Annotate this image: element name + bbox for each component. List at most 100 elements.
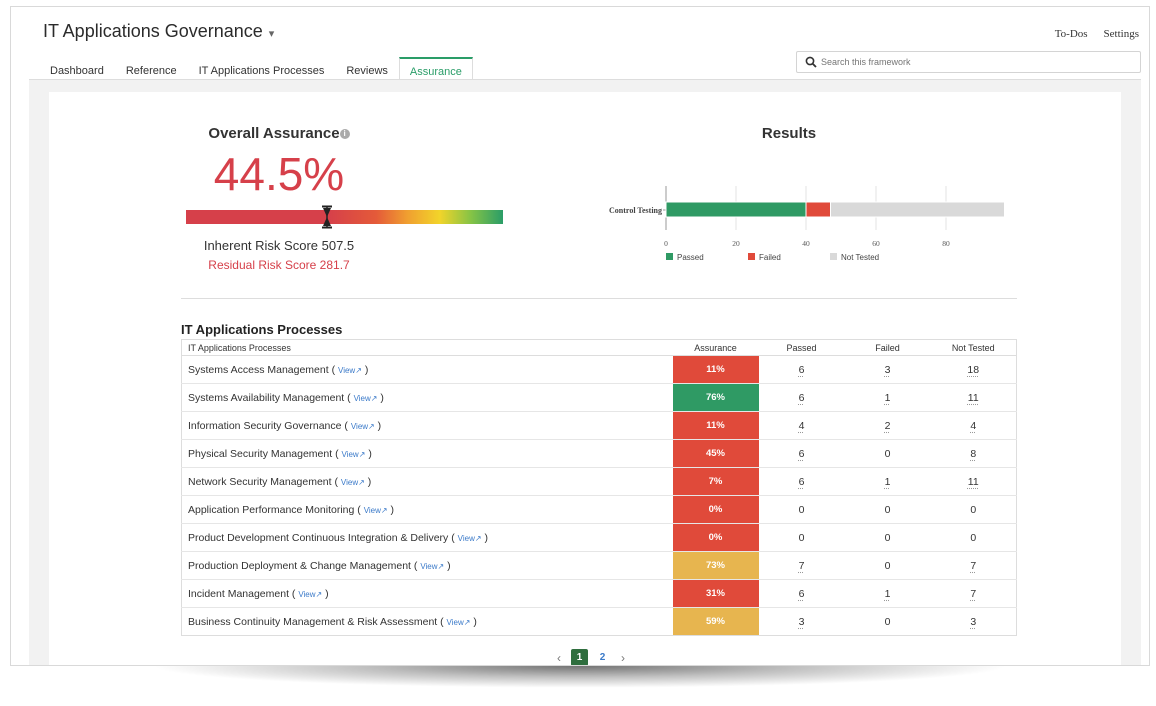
passed-cell: 0	[758, 495, 845, 524]
paren-close: )	[322, 587, 329, 600]
view-link[interactable]: View↗	[342, 450, 366, 459]
not-tested-cell: 0	[930, 495, 1017, 524]
chart-legend-swatch	[830, 253, 837, 260]
table-row: Application Performance Monitoring ( Vie…	[181, 495, 1017, 524]
assurance-cell: 31%	[672, 579, 759, 608]
view-link[interactable]: View↗	[341, 478, 365, 487]
header-assurance[interactable]: Assurance	[672, 339, 759, 356]
todos-link[interactable]: To-Dos	[1055, 28, 1088, 40]
overall-assurance-value: 44.5%	[213, 148, 345, 200]
view-link[interactable]: View↗	[298, 590, 322, 599]
passed-cell[interactable]: 3	[758, 607, 845, 636]
not-tested-cell[interactable]: 7	[930, 551, 1017, 580]
passed-cell[interactable]: 6	[758, 355, 845, 384]
assurance-cell: 73%	[672, 551, 759, 580]
not-tested-cell[interactable]: 18	[930, 355, 1017, 384]
process-name-cell: Production Deployment & Change Managemen…	[181, 551, 673, 580]
view-link[interactable]: View↗	[351, 422, 375, 431]
process-name-cell: Network Security Management ( View↗ )	[181, 467, 673, 496]
paren-open: (	[437, 615, 447, 628]
not-tested-cell[interactable]: 7	[930, 579, 1017, 608]
not-tested-cell[interactable]: 11	[930, 467, 1017, 496]
chart-tick-label: 0	[664, 239, 668, 248]
inherent-risk-score: Inherent Risk Score 507.5	[203, 238, 355, 253]
external-link-icon: ↗	[358, 477, 365, 487]
risk-gauge-bar	[186, 210, 503, 224]
process-name: Physical Security Management	[188, 447, 333, 460]
window-shadow	[150, 666, 1010, 688]
chart-bar-not-tested	[830, 201, 1004, 218]
header-failed[interactable]: Failed	[844, 339, 931, 356]
pagination: ‹ 1 2 ›	[553, 649, 629, 665]
residual-risk-score: Residual Risk Score 281.7	[208, 258, 350, 272]
chart-legend-swatch	[666, 253, 673, 260]
passed-cell[interactable]: 6	[758, 439, 845, 468]
assurance-cell: 0%	[672, 523, 759, 552]
chart-legend-label: Passed	[677, 253, 704, 262]
failed-cell[interactable]: 1	[844, 579, 931, 608]
chart-tick-label: 20	[732, 239, 740, 248]
pagination-page-2[interactable]: 2	[594, 649, 611, 665]
failed-cell: 0	[844, 495, 931, 524]
failed-cell[interactable]: 2	[844, 411, 931, 440]
failed-cell: 0	[844, 607, 931, 636]
content-area: Overall Assurance i 44.5% Inherent Risk S…	[29, 79, 1141, 665]
passed-cell[interactable]: 6	[758, 383, 845, 412]
process-name-cell: Product Development Continuous Integrati…	[181, 523, 673, 552]
view-link[interactable]: View↗	[354, 394, 378, 403]
paren-open: (	[354, 503, 364, 516]
process-name-cell: Information Security Governance ( View↗ …	[181, 411, 673, 440]
app-title-dropdown[interactable]: IT Applications Governance ▾	[43, 21, 274, 42]
header-passed[interactable]: Passed	[758, 339, 845, 356]
table-body: Systems Access Management ( View↗ ) 11% 6 3…	[181, 355, 1017, 636]
chart-category-label: Control Testing	[609, 206, 662, 215]
pagination-next-button[interactable]: ›	[617, 651, 629, 665]
failed-cell[interactable]: 3	[844, 355, 931, 384]
view-link[interactable]: View↗	[338, 366, 362, 375]
view-link[interactable]: View↗	[458, 534, 482, 543]
view-link[interactable]: View↗	[364, 506, 388, 515]
view-link[interactable]: View↗	[447, 618, 471, 627]
pagination-prev-button[interactable]: ‹	[553, 651, 565, 665]
info-icon[interactable]: i	[339, 129, 350, 139]
failed-cell[interactable]: 1	[844, 467, 931, 496]
passed-cell[interactable]: 7	[758, 551, 845, 580]
header-process[interactable]: IT Applications Processes	[181, 339, 673, 356]
paren-open: (	[328, 363, 338, 376]
settings-link[interactable]: Settings	[1104, 28, 1139, 40]
not-tested-cell[interactable]: 3	[930, 607, 1017, 636]
paren-close: )	[365, 447, 372, 460]
overall-assurance-label: Overall Assurance	[208, 125, 340, 142]
header-not-tested[interactable]: Not Tested	[930, 339, 1017, 356]
failed-cell[interactable]: 1	[844, 383, 931, 412]
gauge-marker-icon	[322, 205, 333, 229]
results-chart: Control Testing020406080100PassedFailedN…	[609, 186, 1004, 262]
process-name: Incident Management	[188, 587, 289, 600]
passed-cell[interactable]: 6	[758, 579, 845, 608]
paren-open: (	[448, 531, 458, 544]
search-input[interactable]	[821, 57, 1121, 67]
chart-legend-label: Not Tested	[841, 253, 879, 262]
view-link[interactable]: View↗	[420, 562, 444, 571]
app-title-text: IT Applications Governance	[43, 21, 263, 41]
paren-close: )	[377, 391, 384, 404]
search-box[interactable]	[796, 51, 1141, 73]
assurance-cell: 45%	[672, 439, 759, 468]
process-name-cell: Systems Availability Management ( View↗ …	[181, 383, 673, 412]
pagination-page-1[interactable]: 1	[571, 649, 588, 665]
not-tested-cell[interactable]: 8	[930, 439, 1017, 468]
not-tested-cell[interactable]: 4	[930, 411, 1017, 440]
process-name: Systems Availability Management	[188, 391, 345, 404]
external-link-icon: ↗	[380, 505, 388, 515]
passed-cell[interactable]: 4	[758, 411, 845, 440]
not-tested-cell[interactable]: 11	[930, 383, 1017, 412]
external-link-icon: ↗	[355, 365, 362, 375]
table-title: IT Applications Processes	[181, 322, 343, 337]
paren-close: )	[364, 475, 372, 488]
paren-close: )	[361, 363, 369, 376]
not-tested-cell: 0	[930, 523, 1017, 552]
table-row: Systems Access Management ( View↗ ) 11% 6 3…	[181, 355, 1017, 384]
failed-cell: 0	[844, 439, 931, 468]
chart-bar-failed	[805, 201, 831, 218]
passed-cell[interactable]: 6	[758, 467, 845, 496]
